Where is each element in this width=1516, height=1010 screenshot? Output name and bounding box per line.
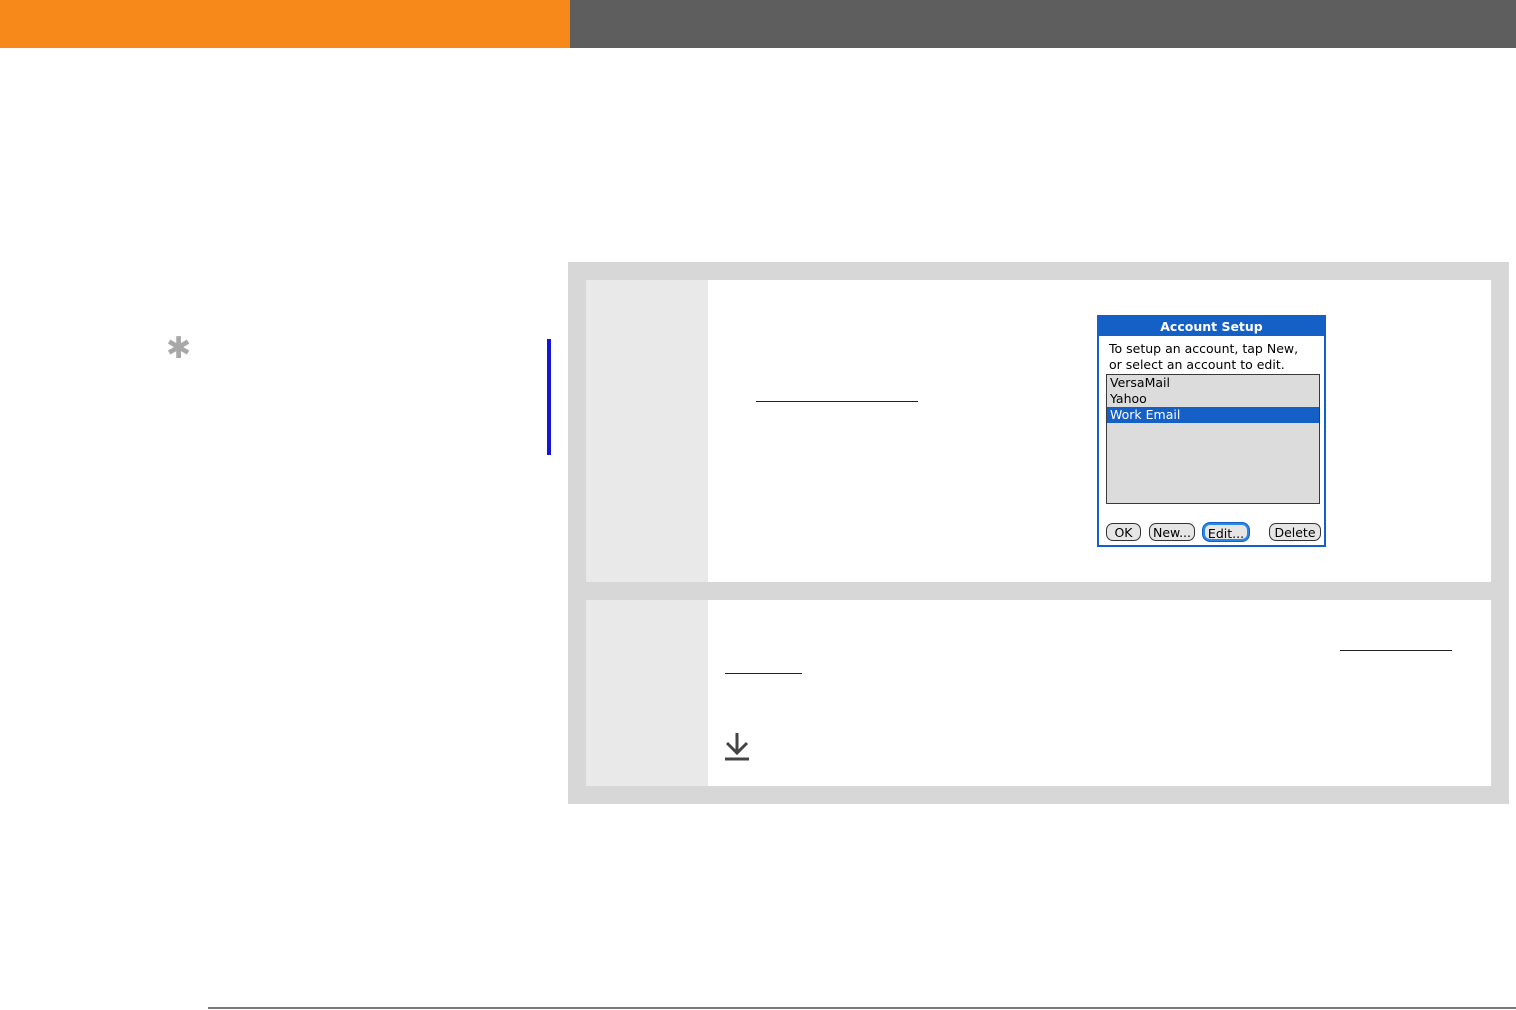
footer-rule <box>208 1007 1516 1009</box>
download-arrow-icon <box>725 733 749 761</box>
delete-button[interactable]: Delete <box>1269 523 1321 541</box>
step-2-link-part1[interactable] <box>1340 650 1452 651</box>
step-2-body <box>708 600 1491 786</box>
dialog-instruction-line-1: To setup an account, tap New, <box>1109 341 1299 356</box>
ok-button[interactable]: OK <box>1106 523 1141 541</box>
step-2-link-part2[interactable] <box>725 673 802 674</box>
step-2 <box>586 600 1491 786</box>
account-item-yahoo[interactable]: Yahoo <box>1107 391 1319 407</box>
dialog-title: Account Setup <box>1099 317 1324 336</box>
account-item-work-email[interactable]: Work Email <box>1107 407 1319 423</box>
edit-button[interactable]: Edit... <box>1203 523 1249 541</box>
account-setup-dialog: Account Setup To setup an account, tap N… <box>1097 315 1326 547</box>
account-item-versamail[interactable]: VersaMail <box>1107 375 1319 391</box>
new-button[interactable]: New... <box>1149 523 1195 541</box>
header-bar <box>570 0 1516 48</box>
step-1-number-column <box>586 280 708 582</box>
asterisk-icon: ✱ <box>166 331 192 366</box>
step-2-number-column <box>586 600 708 786</box>
account-list[interactable]: VersaMail Yahoo Work Email <box>1106 374 1320 504</box>
tip-sidebar-rule <box>547 339 551 455</box>
step-1-link[interactable] <box>756 401 918 402</box>
step-1 <box>586 280 1491 582</box>
dialog-instruction-line-2: or select an account to edit. <box>1109 357 1285 372</box>
header-accent-bar <box>0 0 570 48</box>
dialog-instruction: To setup an account, tap New, or select … <box>1109 341 1319 373</box>
